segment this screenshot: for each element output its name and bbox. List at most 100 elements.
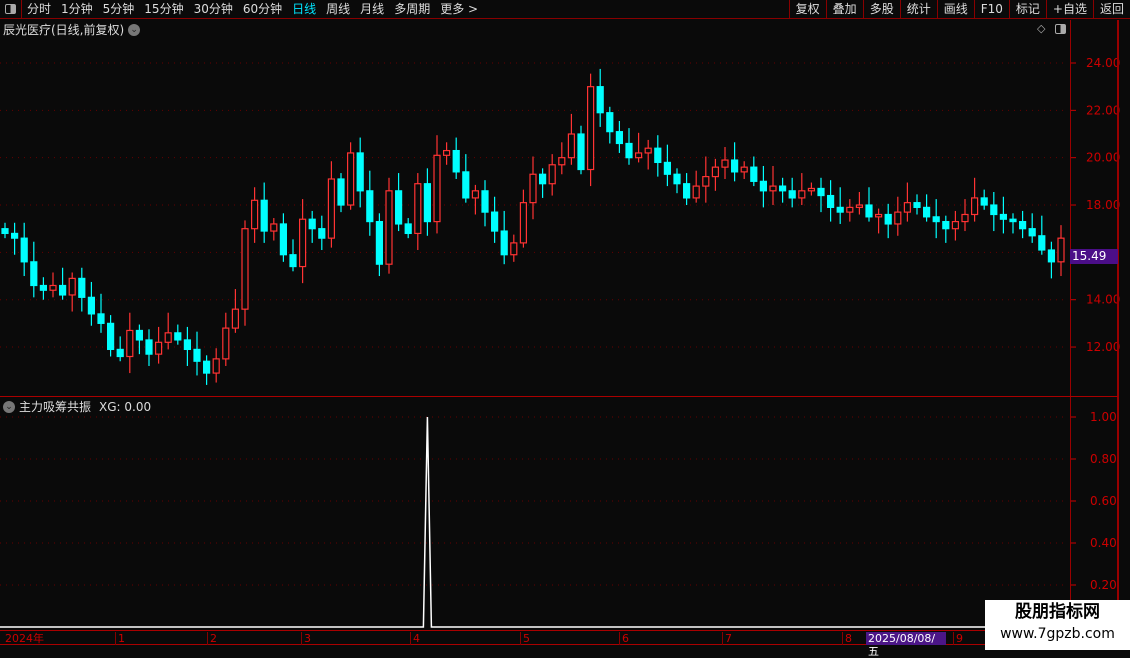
candle-up [327,178,335,239]
candle-up [558,157,566,166]
candle-up [251,199,259,230]
candle-down [1018,220,1027,230]
time-axis-label: 1 [115,632,125,645]
candle-down [663,161,672,175]
candle-up [529,173,537,204]
candle-down [452,149,460,173]
candle-down [1009,218,1017,223]
candle-up [769,185,777,192]
time-axis-label: 2024年 [5,632,44,645]
time-axis-label: 5 [520,632,530,645]
candle-up [433,154,441,223]
candle-down [999,213,1008,220]
side-panel-strip[interactable] [1118,20,1130,630]
candle-down [97,313,105,324]
y-tick-label: 14.00 [1086,293,1120,307]
candle-up [807,187,816,192]
candle-down [606,112,614,133]
candle-up [212,358,220,374]
candle-down [884,213,892,225]
candle-down [318,228,326,239]
candle-up [740,166,748,173]
candle-up [567,133,576,159]
candle-down [404,223,412,235]
candle-down [11,232,19,239]
candle-up [894,211,902,225]
candle-down [203,360,211,374]
candle-down [778,185,787,192]
indicator-tick-label: 0.40 [1090,536,1117,550]
candle-down [817,187,825,197]
candle-up [951,220,960,230]
candle-down [135,329,143,341]
candle-down [145,339,153,355]
watermark: 股朋指标网 www.7gpzb.com [985,600,1130,650]
candle-up [692,185,700,199]
candle-down [596,86,604,114]
candle-down [942,220,950,230]
candle-up [299,218,307,268]
indicator-name: 主力吸筹共振 [19,400,92,414]
candle-up [519,202,528,244]
candle-down [106,322,115,351]
price-chart[interactable]: 24.00 22.00 20.00 18.00 14.00 12.00 1.00 0.80 0.… [0,0,1130,650]
candle-up [241,228,249,310]
candle-up [634,152,643,159]
candle-down [1,228,9,235]
candle-up [702,176,710,187]
candle-down [577,133,585,171]
candle-up [270,223,278,232]
candle-down [625,142,633,159]
candle-down [39,284,48,291]
candle-down [980,197,988,206]
candle-down [836,206,844,213]
chevron-down-icon[interactable]: ⌄ [3,400,15,413]
candle-up [49,284,57,291]
indicator-line [0,416,985,628]
candle-up [414,183,422,235]
time-axis-label: 6 [619,632,629,645]
candle-down [87,296,96,315]
pane-divider[interactable] [0,396,1118,397]
candle-down [193,348,201,362]
candle-down [1028,228,1036,237]
candle-up [126,329,134,358]
candle-up [586,86,595,171]
candle-up [347,152,355,206]
candle-up [798,190,806,199]
candle-up [644,147,652,154]
candle-up [721,159,729,168]
current-price-label: 15.49 [1070,249,1118,264]
y-tick-label: 18.00 [1086,198,1120,212]
candle-down [922,206,931,218]
candle-down [308,218,316,230]
watermark-title: 股朋指标网 [1015,602,1100,622]
candle-down [1038,235,1046,251]
axis-border [1070,20,1071,630]
time-axis-label: 7 [722,632,732,645]
candle-down [759,180,768,192]
candle-down [423,183,431,223]
candle-down [395,190,403,225]
candle-up [1057,237,1065,263]
candle-down [538,173,547,185]
candle-up [231,308,239,329]
time-axis-label: 4 [410,632,420,645]
indicator-tick-label: 0.20 [1090,578,1117,592]
candle-down [183,339,191,351]
candle-down [990,204,998,216]
indicator-tick-label: 0.80 [1090,452,1117,466]
candle-down [30,261,38,287]
candle-down [913,202,921,208]
candle-down [865,204,873,218]
candle-down [491,211,499,232]
time-axis-label: 2 [207,632,217,645]
candle-down [673,173,681,185]
candle-down [615,131,624,145]
candle-down [174,332,182,341]
watermark-url: www.7gpzb.com [1000,626,1115,642]
time-axis-label: 8 [842,632,852,645]
candle-up [855,204,864,208]
candle-up [68,277,76,296]
candle-down [481,190,489,213]
